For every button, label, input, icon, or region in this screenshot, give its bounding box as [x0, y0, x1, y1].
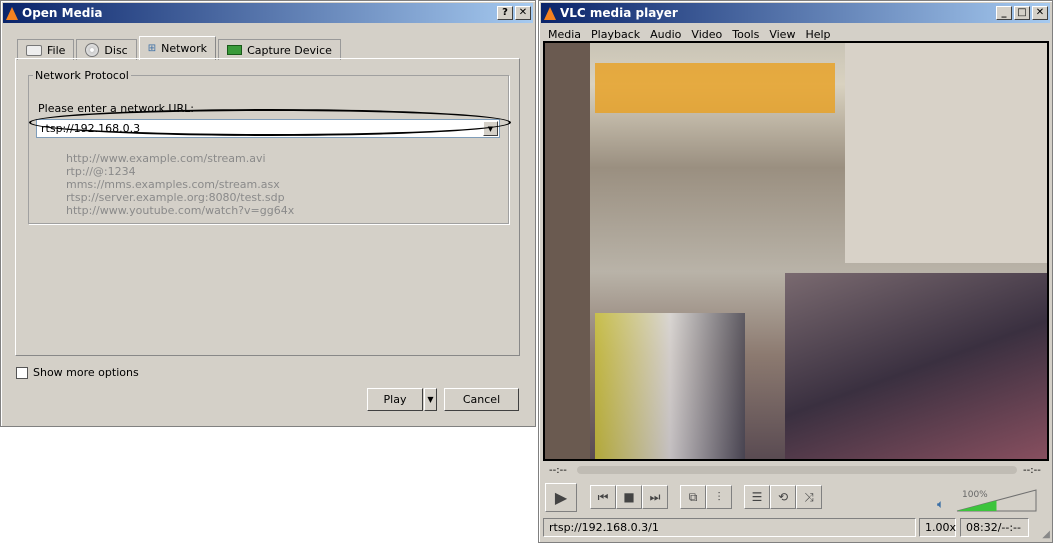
vlc-cone-icon	[6, 6, 18, 20]
cancel-button[interactable]: Cancel	[444, 388, 519, 411]
menu-media[interactable]: Media	[543, 28, 586, 41]
play-button[interactable]: Play	[367, 388, 423, 411]
elapsed-time: --:--	[549, 465, 567, 476]
menu-video[interactable]: Video	[686, 28, 727, 41]
remaining-time: --:--	[1023, 465, 1041, 476]
loop-button[interactable]: ⟲	[770, 485, 796, 509]
group-title: Network Protocol	[35, 69, 129, 82]
checkbox[interactable]	[16, 366, 28, 379]
tab-capture-device[interactable]: Capture Device	[218, 39, 341, 60]
title-bar: Open Media ? ✕	[3, 3, 533, 23]
time-display[interactable]: 08:32/--:--	[960, 518, 1029, 537]
menu-help[interactable]: Help	[800, 28, 835, 41]
seek-bar[interactable]	[577, 466, 1017, 474]
example-url: rtp://@:1234	[66, 165, 136, 178]
window-title: VLC media player	[560, 6, 678, 20]
tab-file[interactable]: File	[17, 39, 75, 60]
close-button[interactable]: ✕	[515, 6, 531, 20]
shuffle-button[interactable]: ⤨	[796, 485, 822, 509]
title-bar: VLC media player _ □ ✕	[541, 3, 1050, 23]
example-url: mms://mms.examples.com/stream.asx	[66, 178, 280, 191]
next-button[interactable]: ⏭	[642, 485, 668, 509]
highlight-oval	[29, 109, 511, 136]
vlc-cone-icon	[544, 6, 556, 20]
extended-settings-button[interactable]: ⫶	[706, 485, 732, 509]
open-media-dialog: Open Media ? ✕ File Disc ⊞ Network Capture…	[0, 0, 536, 427]
menu-tools[interactable]: Tools	[727, 28, 764, 41]
network-panel: Network Protocol Please enter a network …	[15, 58, 520, 356]
example-url: http://www.example.com/stream.avi	[66, 152, 266, 165]
minimize-button[interactable]: _	[996, 6, 1012, 20]
network-icon: ⊞	[147, 43, 157, 54]
previous-button[interactable]: ⏮	[590, 485, 616, 509]
playlist-button[interactable]: ☰	[744, 485, 770, 509]
left-wall	[545, 43, 590, 459]
playback-speed[interactable]: 1.00x	[919, 518, 956, 537]
status-url: rtsp://192.168.0.3/1	[543, 518, 916, 537]
example-url: http://www.youtube.com/watch?v=gg64x	[66, 204, 295, 217]
network-protocol-group: Network Protocol Please enter a network …	[28, 69, 509, 224]
crowd	[785, 273, 1047, 459]
disc-icon	[85, 43, 100, 57]
resize-grip-icon[interactable]: ◢	[1042, 529, 1050, 540]
help-button[interactable]: ?	[497, 6, 513, 20]
speaker-icon[interactable]: 🔈︎	[937, 497, 944, 512]
fullscreen-button[interactable]: ⧉	[680, 485, 706, 509]
example-url: rtsp://server.example.org:8080/test.sdp	[66, 191, 285, 204]
tab-disc[interactable]: Disc	[76, 39, 137, 60]
people-left	[595, 313, 745, 459]
maximize-button[interactable]: □	[1014, 6, 1030, 20]
play-button[interactable]: ▶	[545, 483, 577, 512]
volume-slider[interactable]	[956, 489, 1038, 513]
folder-icon	[26, 44, 42, 56]
tab-network[interactable]: ⊞ Network	[138, 36, 217, 60]
airport-signs	[595, 63, 835, 113]
menu-view[interactable]: View	[764, 28, 800, 41]
close-button[interactable]: ✕	[1032, 6, 1048, 20]
menu-audio[interactable]: Audio	[645, 28, 686, 41]
menu-playback[interactable]: Playback	[586, 28, 645, 41]
capture-card-icon	[227, 45, 243, 55]
play-dropdown-button[interactable]: ▼	[424, 388, 437, 411]
show-more-options-checkbox[interactable]: Show more options	[16, 366, 139, 379]
video-area[interactable]	[543, 41, 1049, 461]
stop-button[interactable]: ■	[616, 485, 642, 509]
vlc-window: VLC media player _ □ ✕ Media Playback Audi…	[538, 0, 1053, 543]
right-wall	[845, 43, 1047, 263]
dialog-title: Open Media	[22, 6, 103, 20]
